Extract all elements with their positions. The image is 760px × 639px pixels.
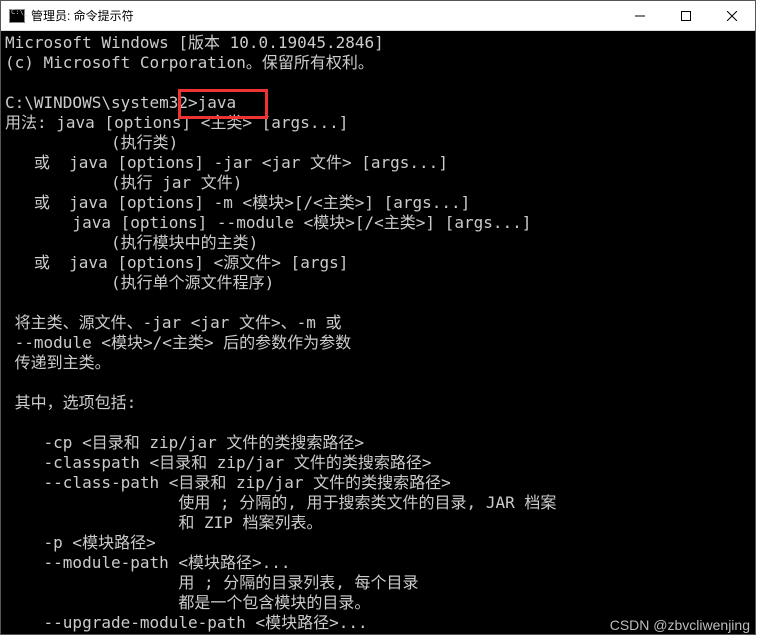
- maximize-button[interactable]: [663, 1, 709, 30]
- cmd-icon: [9, 9, 25, 23]
- window-title: 管理员: 命令提示符: [31, 7, 617, 24]
- titlebar[interactable]: 管理员: 命令提示符: [1, 1, 755, 31]
- close-button[interactable]: [709, 1, 755, 30]
- minimize-button[interactable]: [617, 1, 663, 30]
- cmd-window: 管理员: 命令提示符 Microsoft Windows [版本 10.0.19…: [0, 0, 756, 635]
- terminal-output[interactable]: Microsoft Windows [版本 10.0.19045.2846] (…: [1, 31, 755, 634]
- window-controls: [617, 1, 755, 30]
